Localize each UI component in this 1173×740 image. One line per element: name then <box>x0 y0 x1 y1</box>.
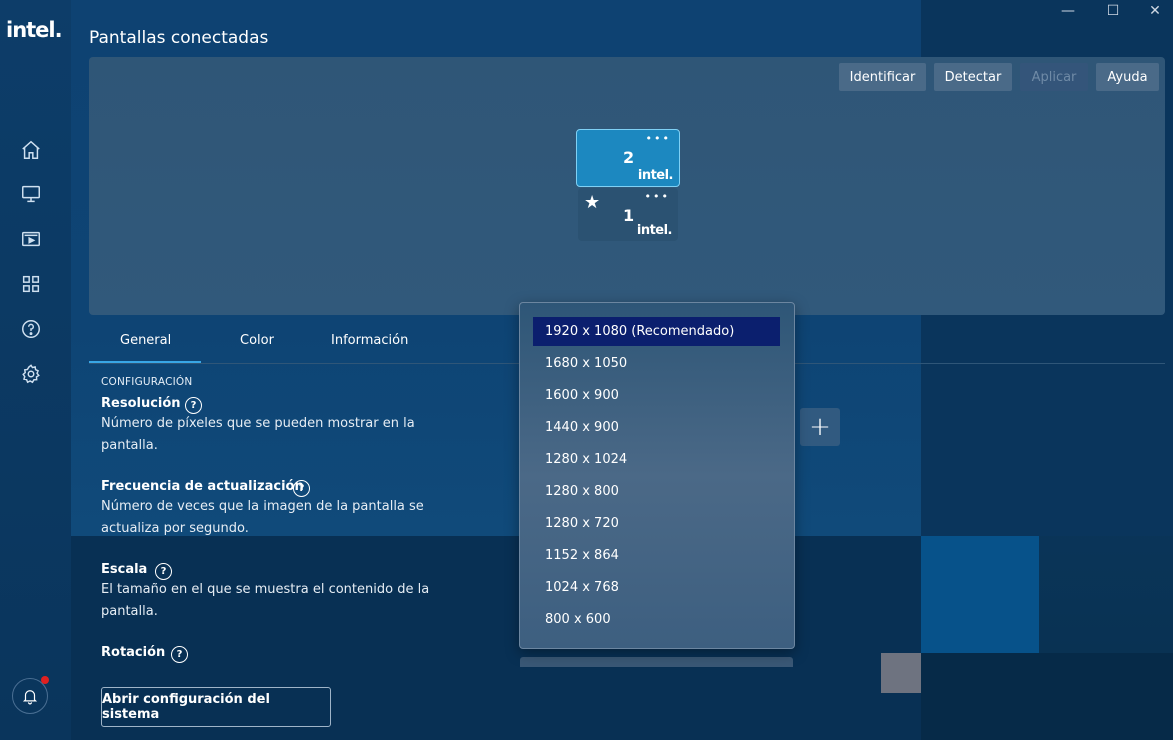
monitor-number: 2 <box>623 148 635 167</box>
monitor-number: 1 <box>623 206 635 225</box>
section-label: CONFIGURACIÓN <box>101 376 193 388</box>
minimize-button[interactable]: — <box>1050 2 1086 20</box>
rotation-title: Rotación <box>101 645 166 660</box>
help-icon[interactable]: ? <box>155 563 172 580</box>
tab-information[interactable]: Información <box>331 333 408 348</box>
resolution-option[interactable]: 1152 x 864 <box>533 541 780 570</box>
background-square <box>881 653 921 693</box>
monitor-menu-icon[interactable]: ••• <box>645 190 670 203</box>
resolution-option[interactable]: 1280 x 1024 <box>533 445 780 474</box>
apply-button[interactable]: Aplicar <box>1020 63 1088 91</box>
detect-button[interactable]: Detectar <box>934 63 1012 91</box>
open-system-settings-button[interactable]: Abrir configuración del sistema <box>101 687 331 727</box>
resolution-option[interactable]: 1600 x 900 <box>533 381 780 410</box>
refresh-rate-title: Frecuencia de actualización <box>101 479 304 494</box>
gear-icon[interactable] <box>19 362 43 386</box>
primary-star-icon: ★ <box>584 192 601 213</box>
notification-dot <box>41 676 49 684</box>
refresh-rate-description: Número de veces que la imagen de la pant… <box>101 499 424 536</box>
scale-title: Escala <box>101 562 148 577</box>
resolution-option[interactable]: 1280 x 800 <box>533 477 780 506</box>
resolution-dropdown[interactable]: 1920 x 1080 (Recomendado) 1680 x 1050 16… <box>519 302 795 649</box>
maximize-button[interactable]: ☐ <box>1095 2 1131 20</box>
resolution-option[interactable]: 1024 x 768 <box>533 573 780 602</box>
resolution-option-selected[interactable]: 1920 x 1080 (Recomendado) <box>533 317 780 346</box>
video-icon[interactable] <box>19 227 43 251</box>
resolution-option[interactable]: 800 x 600 <box>533 605 780 634</box>
background-square <box>921 536 1039 653</box>
help-icon[interactable]: ? <box>171 646 188 663</box>
home-icon[interactable] <box>19 138 43 162</box>
monitor-menu-icon[interactable]: ••• <box>646 132 671 145</box>
notifications-button[interactable] <box>12 676 49 714</box>
active-tab-indicator <box>89 361 201 363</box>
monitor-1[interactable]: ★ ••• 1 intel. <box>578 188 678 241</box>
tab-general[interactable]: General <box>120 333 171 348</box>
bell-icon <box>22 690 38 705</box>
identify-button[interactable]: Identificar <box>839 63 926 91</box>
close-button[interactable]: ✕ <box>1137 2 1173 20</box>
intel-logo: intel. <box>636 223 673 238</box>
add-custom-resolution-button[interactable]: + <box>800 408 840 446</box>
background-panel <box>921 653 1173 740</box>
page-title: Pantallas conectadas <box>89 28 269 48</box>
scale-description: El tamaño en el que se muestra el conten… <box>101 582 430 619</box>
help-button[interactable]: Ayuda <box>1096 63 1159 91</box>
intel-logo: intel. <box>637 168 674 183</box>
help-icon[interactable] <box>19 317 43 341</box>
tab-color[interactable]: Color <box>240 333 274 348</box>
help-icon[interactable]: ? <box>293 480 310 497</box>
dropdown-field[interactable] <box>520 657 793 667</box>
sidebar: intel. <box>0 0 71 740</box>
help-icon[interactable]: ? <box>185 397 202 414</box>
resolution-title: Resolución <box>101 396 181 411</box>
apps-grid-icon[interactable] <box>19 272 43 296</box>
resolution-option[interactable]: 1680 x 1050 <box>533 349 780 378</box>
intel-logo: intel. <box>6 18 63 42</box>
resolution-description: Número de píxeles que se pueden mostrar … <box>101 416 415 453</box>
display-icon[interactable] <box>19 182 43 206</box>
resolution-option[interactable]: 1440 x 900 <box>533 413 780 442</box>
monitor-2[interactable]: ••• 2 intel. <box>576 129 680 187</box>
resolution-option[interactable]: 1280 x 720 <box>533 509 780 538</box>
